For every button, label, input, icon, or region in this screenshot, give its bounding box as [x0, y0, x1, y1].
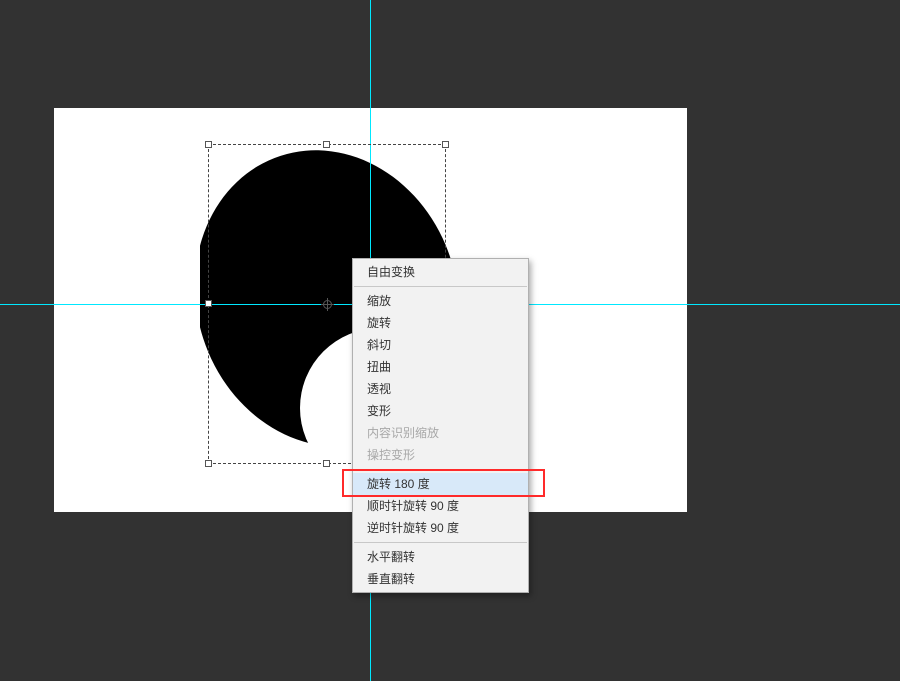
menu-item-perspective[interactable]: 透视: [353, 378, 528, 400]
menu-item-rotate[interactable]: 旋转: [353, 312, 528, 334]
menu-separator: [354, 542, 527, 543]
menu-item-rotate_180[interactable]: 旋转 180 度: [353, 473, 528, 495]
menu-item-content_aware_scale: 内容识别缩放: [353, 422, 528, 444]
menu-item-free_transform[interactable]: 自由变换: [353, 261, 528, 283]
handle-ne[interactable]: [442, 141, 449, 148]
menu-item-scale[interactable]: 缩放: [353, 290, 528, 312]
menu-item-puppet_warp: 操控变形: [353, 444, 528, 466]
menu-item-distort[interactable]: 扭曲: [353, 356, 528, 378]
menu-item-rotate_90_cw[interactable]: 顺时针旋转 90 度: [353, 495, 528, 517]
menu-item-warp[interactable]: 变形: [353, 400, 528, 422]
handle-w[interactable]: [205, 300, 212, 307]
handle-n[interactable]: [323, 141, 330, 148]
transform-center-icon: [321, 298, 334, 311]
app-stage: 自由变换缩放旋转斜切扭曲透视变形内容识别缩放操控变形旋转 180 度顺时针旋转 …: [0, 0, 900, 681]
menu-separator: [354, 469, 527, 470]
menu-item-flip_h[interactable]: 水平翻转: [353, 546, 528, 568]
menu-item-rotate_90_ccw[interactable]: 逆时针旋转 90 度: [353, 517, 528, 539]
handle-nw[interactable]: [205, 141, 212, 148]
handle-s[interactable]: [323, 460, 330, 467]
menu-item-flip_v[interactable]: 垂直翻转: [353, 568, 528, 590]
menu-separator: [354, 286, 527, 287]
transform-context-menu[interactable]: 自由变换缩放旋转斜切扭曲透视变形内容识别缩放操控变形旋转 180 度顺时针旋转 …: [352, 258, 529, 593]
menu-item-skew[interactable]: 斜切: [353, 334, 528, 356]
handle-sw[interactable]: [205, 460, 212, 467]
